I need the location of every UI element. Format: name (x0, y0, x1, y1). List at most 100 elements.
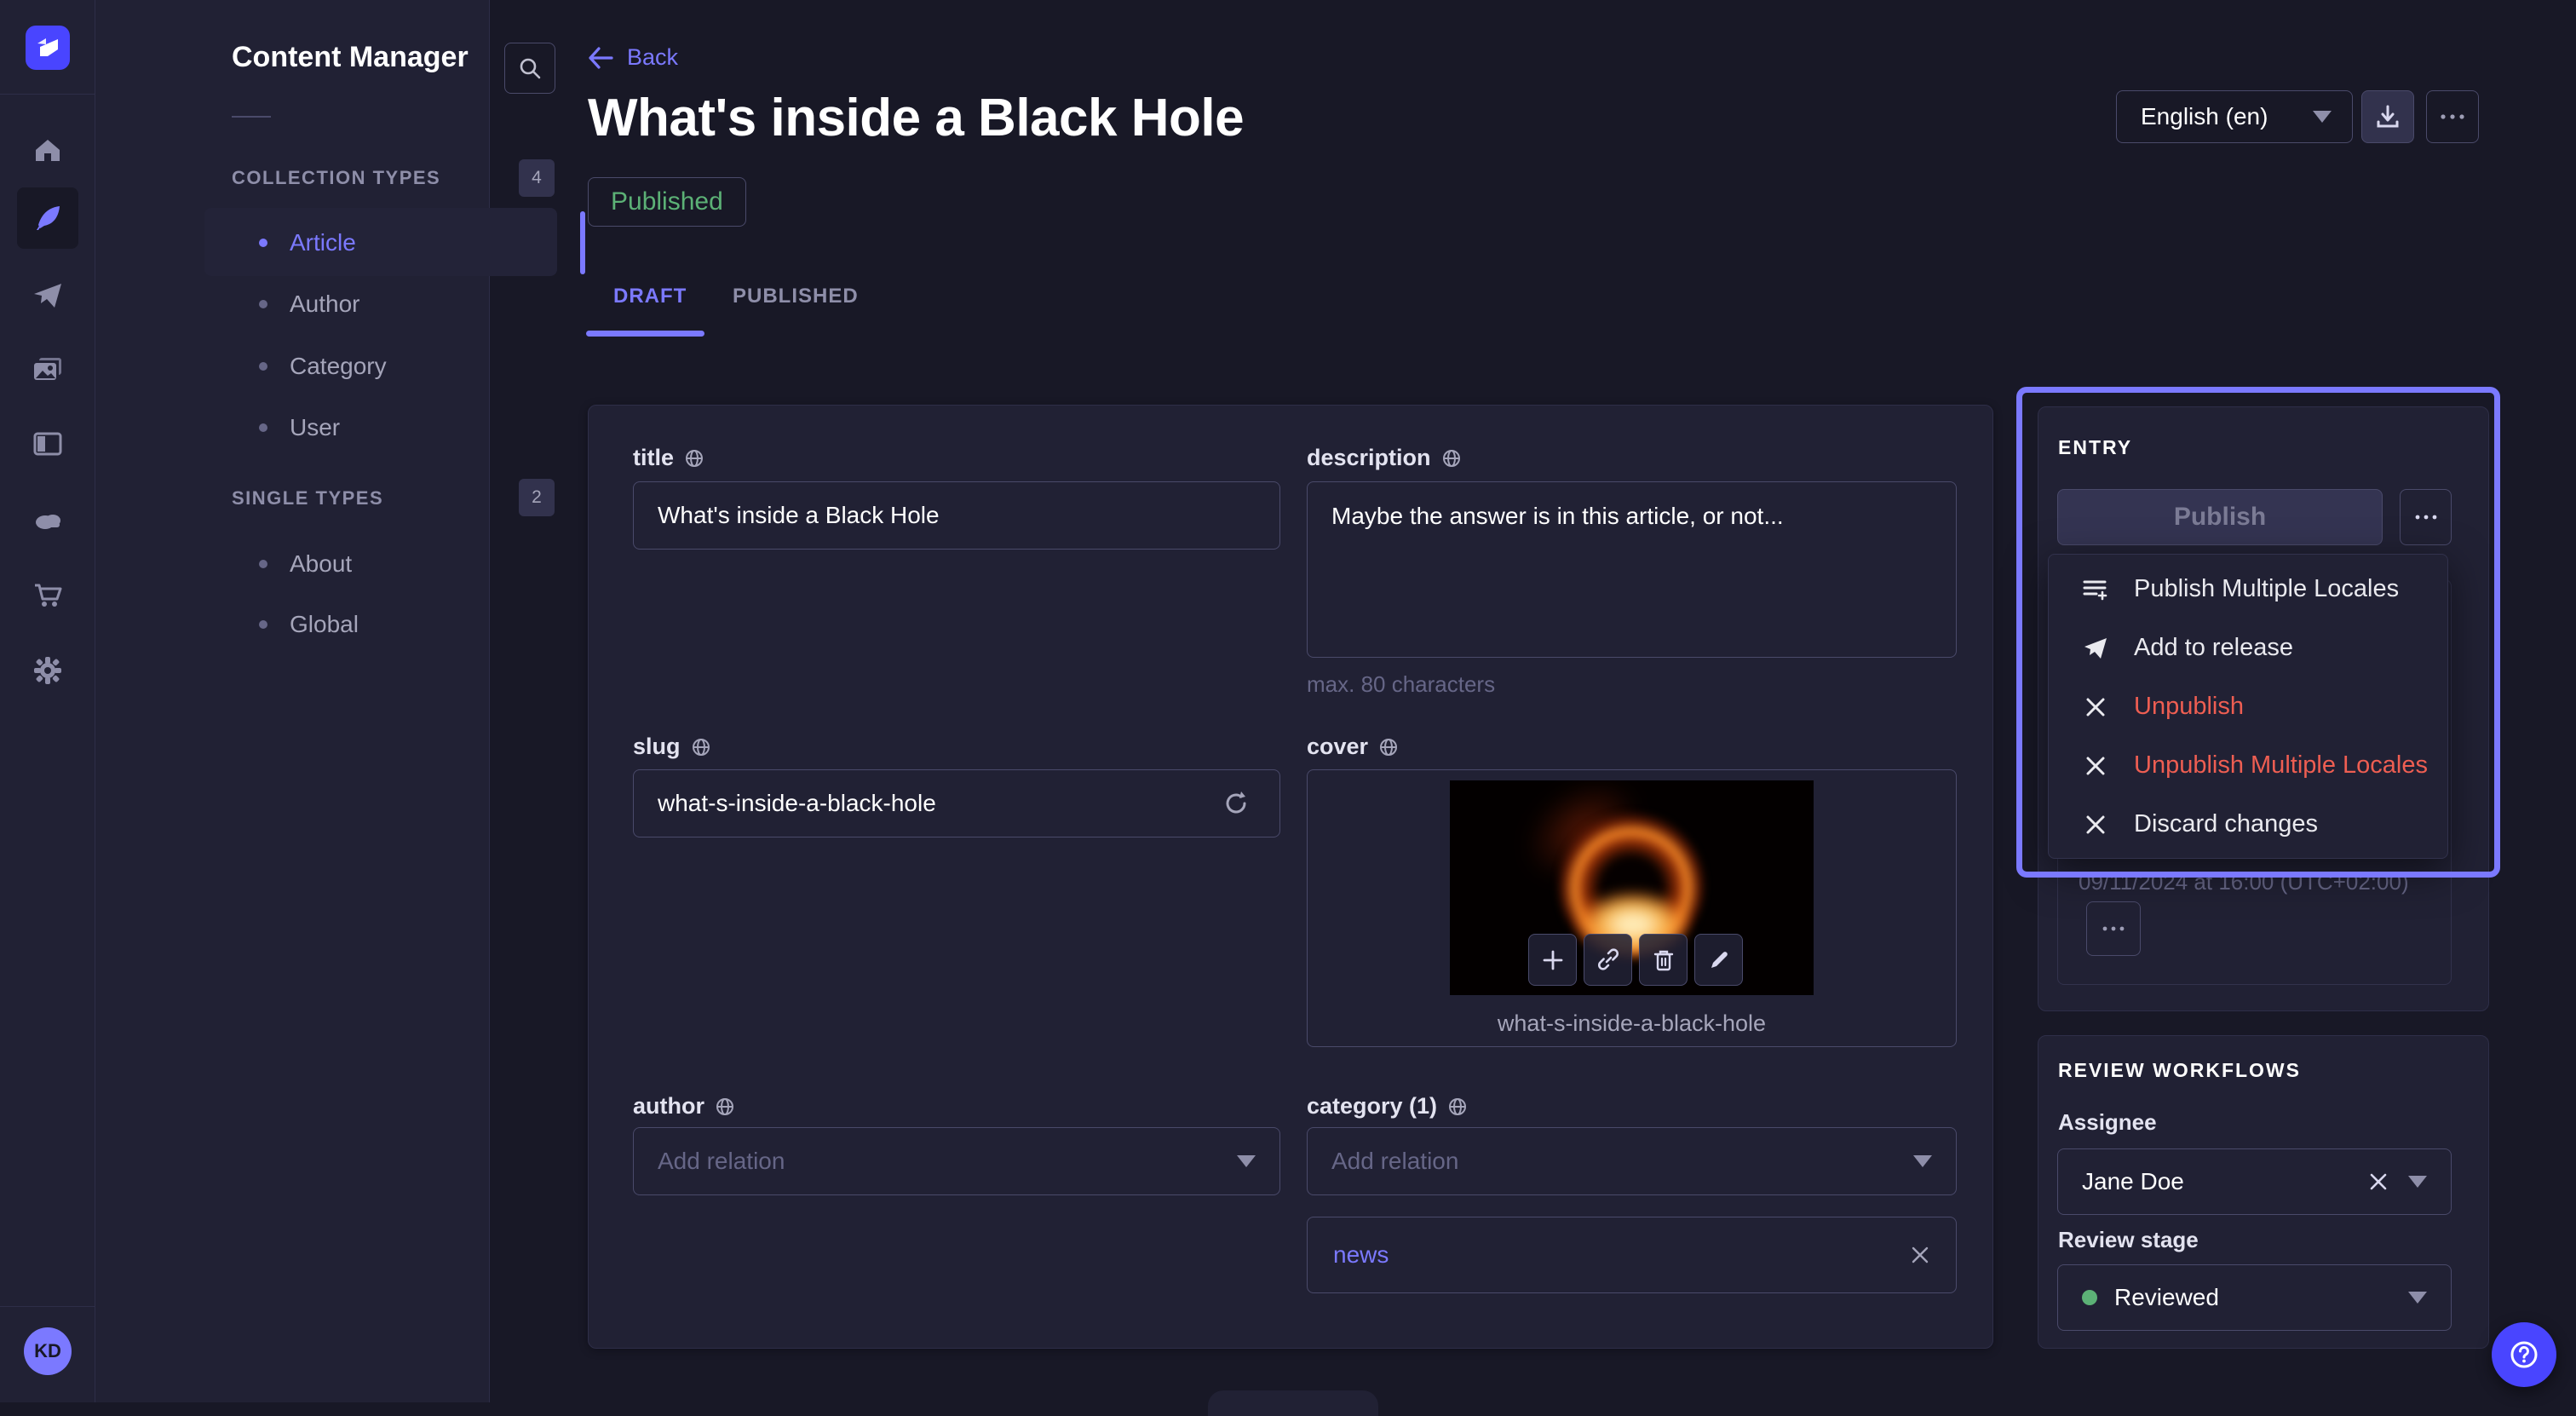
sidebar-item-category[interactable]: Category (204, 336, 557, 397)
field-label-text: category (1) (1307, 1093, 1437, 1120)
assignee-select[interactable]: Jane Doe (2057, 1148, 2452, 1215)
sidebar-item-content-manager[interactable] (17, 187, 78, 249)
sidebar-item-releases[interactable] (17, 265, 78, 326)
slug-input[interactable] (633, 769, 1280, 838)
trash-icon (1653, 948, 1675, 972)
clear-assignee-icon[interactable] (2367, 1171, 2389, 1193)
header-more-button[interactable] (2426, 90, 2479, 143)
bullet-icon (259, 300, 267, 308)
cover-add-button[interactable] (1528, 934, 1577, 986)
sidebar-item-deploy[interactable] (17, 488, 78, 550)
menu-item-publish-multiple-locales[interactable]: Publish Multiple Locales (2049, 560, 2447, 619)
bullet-icon (259, 362, 267, 371)
regenerate-slug-icon[interactable] (1222, 789, 1251, 818)
media-library-icon (32, 354, 64, 386)
sidebar-item-media-library[interactable] (17, 339, 78, 400)
help-button[interactable] (2492, 1322, 2556, 1387)
sidebar-item-about[interactable]: About (204, 533, 557, 595)
hidden-content-peek (1208, 1390, 1378, 1416)
cross-icon (2081, 696, 2110, 718)
menu-item-unpublish-multiple-locales[interactable]: Unpublish Multiple Locales (2049, 736, 2447, 795)
menu-item-discard-changes[interactable]: Discard changes (2049, 795, 2447, 854)
cover-delete-button[interactable] (1639, 934, 1688, 986)
subnav-title: Content Manager (232, 41, 469, 74)
review-stage-select[interactable]: Reviewed (2057, 1264, 2452, 1331)
entry-panel-heading: ENTRY (2058, 436, 2132, 459)
locale-select[interactable]: English (en) (2116, 90, 2353, 143)
content-manager-subnav: Content Manager COLLECTION TYPES 4 Artic… (95, 0, 490, 1402)
cross-icon (2081, 814, 2110, 836)
collection-types-count-badge: 4 (519, 159, 555, 197)
chevron-down-icon (2408, 1292, 2427, 1304)
back-label: Back (627, 44, 678, 71)
author-field-label: author (633, 1093, 735, 1120)
sidebar-item-label: Global (290, 611, 359, 638)
published-date-text: 09/11/2024 at 16:00 (UTC+02:00) (2079, 869, 2436, 895)
entry-more-button[interactable] (2400, 489, 2452, 545)
cover-filename: what-s-inside-a-black-hole (1307, 1010, 1957, 1037)
menu-item-unpublish[interactable]: Unpublish (2049, 677, 2447, 736)
sidebar-item-label: About (290, 550, 352, 578)
menu-item-label: Unpublish Multiple Locales (2134, 751, 2428, 780)
globe-icon (684, 448, 704, 469)
settings-gear-icon (32, 654, 64, 687)
sidebar-item-content-type-builder[interactable] (17, 413, 78, 475)
bullet-icon (259, 423, 267, 432)
download-icon (2375, 104, 2401, 130)
bullet-icon (259, 620, 267, 629)
back-arrow-icon (588, 47, 613, 69)
category-relation-select[interactable]: Add relation (1307, 1127, 1957, 1195)
menu-item-label: Discard changes (2134, 810, 2318, 838)
search-button[interactable] (504, 43, 555, 94)
active-tab-underline (586, 331, 704, 337)
sidebar-item-home[interactable] (17, 119, 78, 181)
globe-icon (691, 737, 711, 757)
remove-relation-icon[interactable] (1910, 1245, 1930, 1265)
status-badge: Published (588, 177, 746, 227)
author-relation-select[interactable]: Add relation (633, 1127, 1280, 1195)
section-single-types: SINGLE TYPES (232, 487, 383, 509)
globe-icon (1378, 737, 1399, 757)
entry-info-more-button[interactable] (2086, 901, 2141, 956)
bullet-icon (259, 239, 267, 247)
description-textarea[interactable]: Maybe the answer is in this article, or … (1307, 481, 1957, 658)
divider (0, 94, 95, 95)
tab-draft[interactable]: DRAFT (613, 285, 687, 308)
marketplace-cart-icon (32, 578, 64, 611)
globe-icon (1447, 1097, 1468, 1117)
menu-item-add-to-release[interactable]: Add to release (2049, 619, 2447, 677)
back-link[interactable]: Back (588, 44, 678, 71)
review-stage-label: Review stage (2058, 1227, 2199, 1253)
review-panel-heading: REVIEW WORKFLOWS (2058, 1059, 2301, 1082)
category-relation-item: news (1307, 1217, 1957, 1293)
title-input[interactable] (633, 481, 1280, 550)
title-field-label: title (633, 445, 704, 471)
review-stage-value: Reviewed (2114, 1284, 2219, 1311)
more-dots-icon (2414, 514, 2438, 521)
cover-edit-button[interactable] (1694, 934, 1743, 986)
publish-button[interactable]: Publish (2057, 489, 2383, 545)
cloud-deploy-icon (31, 502, 65, 536)
sidebar-item-marketplace[interactable] (17, 564, 78, 625)
globe-icon (715, 1097, 735, 1117)
select-placeholder: Add relation (1331, 1148, 1458, 1175)
tab-published[interactable]: PUBLISHED (733, 285, 859, 308)
strapi-logo[interactable] (26, 26, 70, 70)
cover-copy-link-button[interactable] (1584, 934, 1632, 986)
sidebar-item-global[interactable]: Global (204, 594, 557, 655)
download-button[interactable] (2361, 90, 2414, 143)
sidebar-item-label: Author (290, 291, 360, 318)
user-avatar[interactable]: KD (24, 1327, 72, 1375)
more-dots-icon (2440, 113, 2465, 120)
relation-link-news[interactable]: news (1333, 1241, 1389, 1269)
sidebar-item-user[interactable]: User (204, 397, 557, 458)
paper-plane-icon (2081, 636, 2110, 661)
sidebar-item-label: Article (290, 229, 356, 256)
sidebar-item-author[interactable]: Author (204, 273, 557, 335)
sidebar-item-settings[interactable] (17, 640, 78, 701)
stage-status-dot (2082, 1290, 2097, 1305)
globe-icon (1441, 448, 1462, 469)
search-icon (517, 55, 543, 81)
list-plus-icon (2081, 577, 2110, 602)
sidebar-item-article[interactable]: Article (204, 212, 557, 273)
